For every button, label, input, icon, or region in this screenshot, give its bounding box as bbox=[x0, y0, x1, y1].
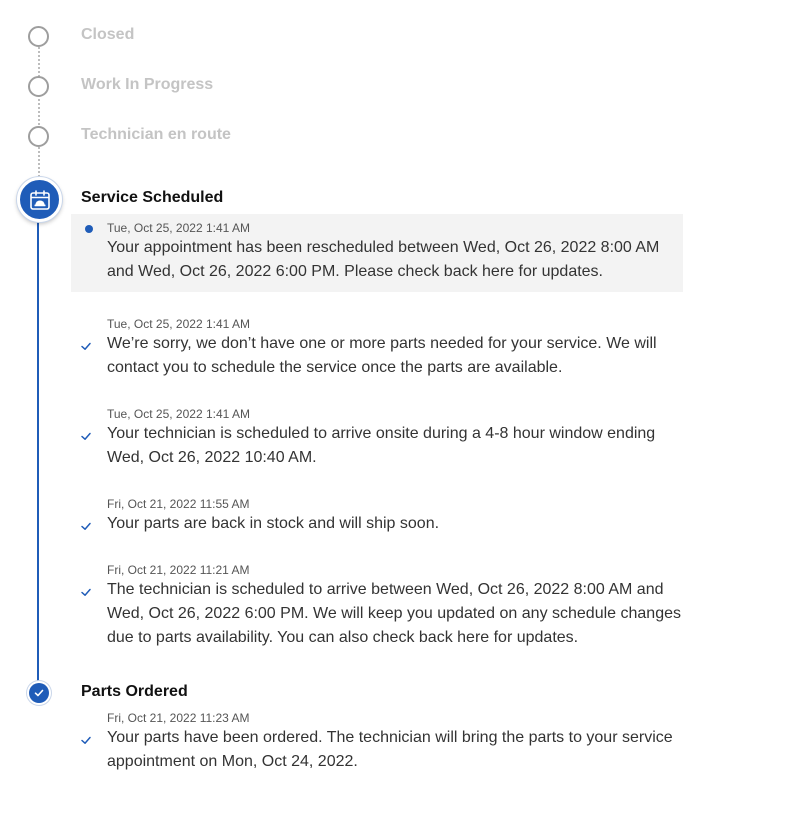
timeline-connector-pending bbox=[38, 47, 40, 177]
timeline-entry: Tue, Oct 25, 2022 1:41 AM We’re sorry, w… bbox=[71, 317, 683, 380]
entry-message: Your parts are back in stock and will sh… bbox=[107, 515, 440, 532]
calendar-technician-icon bbox=[29, 189, 50, 210]
timeline-entry: Fri, Oct 21, 2022 11:23 AM Your parts ha… bbox=[71, 711, 683, 774]
stage-closed-marker bbox=[28, 26, 49, 47]
entry-message: Your technician is scheduled to arrive o… bbox=[107, 425, 656, 466]
stage-service-scheduled-marker bbox=[17, 177, 62, 222]
timeline-entry: Tue, Oct 25, 2022 1:41 AM Your technicia… bbox=[71, 407, 683, 470]
checkmark-icon bbox=[81, 522, 91, 530]
stage-service-scheduled-title: Service Scheduled bbox=[81, 189, 224, 206]
stage-technician-en-route-marker bbox=[28, 126, 49, 147]
entry-timestamp: Fri, Oct 21, 2022 11:55 AM bbox=[107, 497, 250, 511]
timeline-entry: Fri, Oct 21, 2022 11:21 AM The technicia… bbox=[71, 563, 683, 650]
stage-work-in-progress-label: Work In Progress bbox=[81, 76, 214, 93]
entry-timestamp: Fri, Oct 21, 2022 11:21 AM bbox=[107, 563, 250, 577]
timeline-connector-active bbox=[37, 214, 39, 692]
entry-timestamp: Tue, Oct 25, 2022 1:41 AM bbox=[107, 407, 250, 421]
checkmark-icon bbox=[81, 588, 91, 596]
timeline-entry: Tue, Oct 25, 2022 1:41 AM Your appointme… bbox=[71, 214, 683, 292]
entry-timestamp: Tue, Oct 25, 2022 1:41 AM bbox=[107, 317, 250, 331]
entry-timestamp: Fri, Oct 21, 2022 11:23 AM bbox=[107, 711, 250, 725]
current-update-dot-icon bbox=[85, 225, 93, 233]
stage-parts-ordered-marker bbox=[29, 683, 49, 703]
entry-timestamp: Tue, Oct 25, 2022 1:41 AM bbox=[107, 221, 250, 235]
checkmark-icon bbox=[81, 432, 91, 440]
entry-message: Your parts have been ordered. The techni… bbox=[107, 729, 673, 770]
checkmark-icon bbox=[81, 342, 91, 350]
entry-message: The technician is scheduled to arrive be… bbox=[107, 581, 681, 646]
stage-technician-en-route-label: Technician en route bbox=[81, 126, 231, 143]
checkmark-icon bbox=[81, 736, 91, 744]
stage-work-in-progress-marker bbox=[28, 76, 49, 97]
checkmark-icon bbox=[34, 689, 44, 697]
timeline-entry: Fri, Oct 21, 2022 11:55 AM Your parts ar… bbox=[71, 497, 683, 536]
entry-message: Your appointment has been rescheduled be… bbox=[107, 239, 660, 280]
stage-closed-label: Closed bbox=[81, 26, 135, 43]
stage-parts-ordered-title: Parts Ordered bbox=[81, 683, 188, 700]
entry-message: We’re sorry, we don’t have one or more p… bbox=[107, 335, 657, 376]
